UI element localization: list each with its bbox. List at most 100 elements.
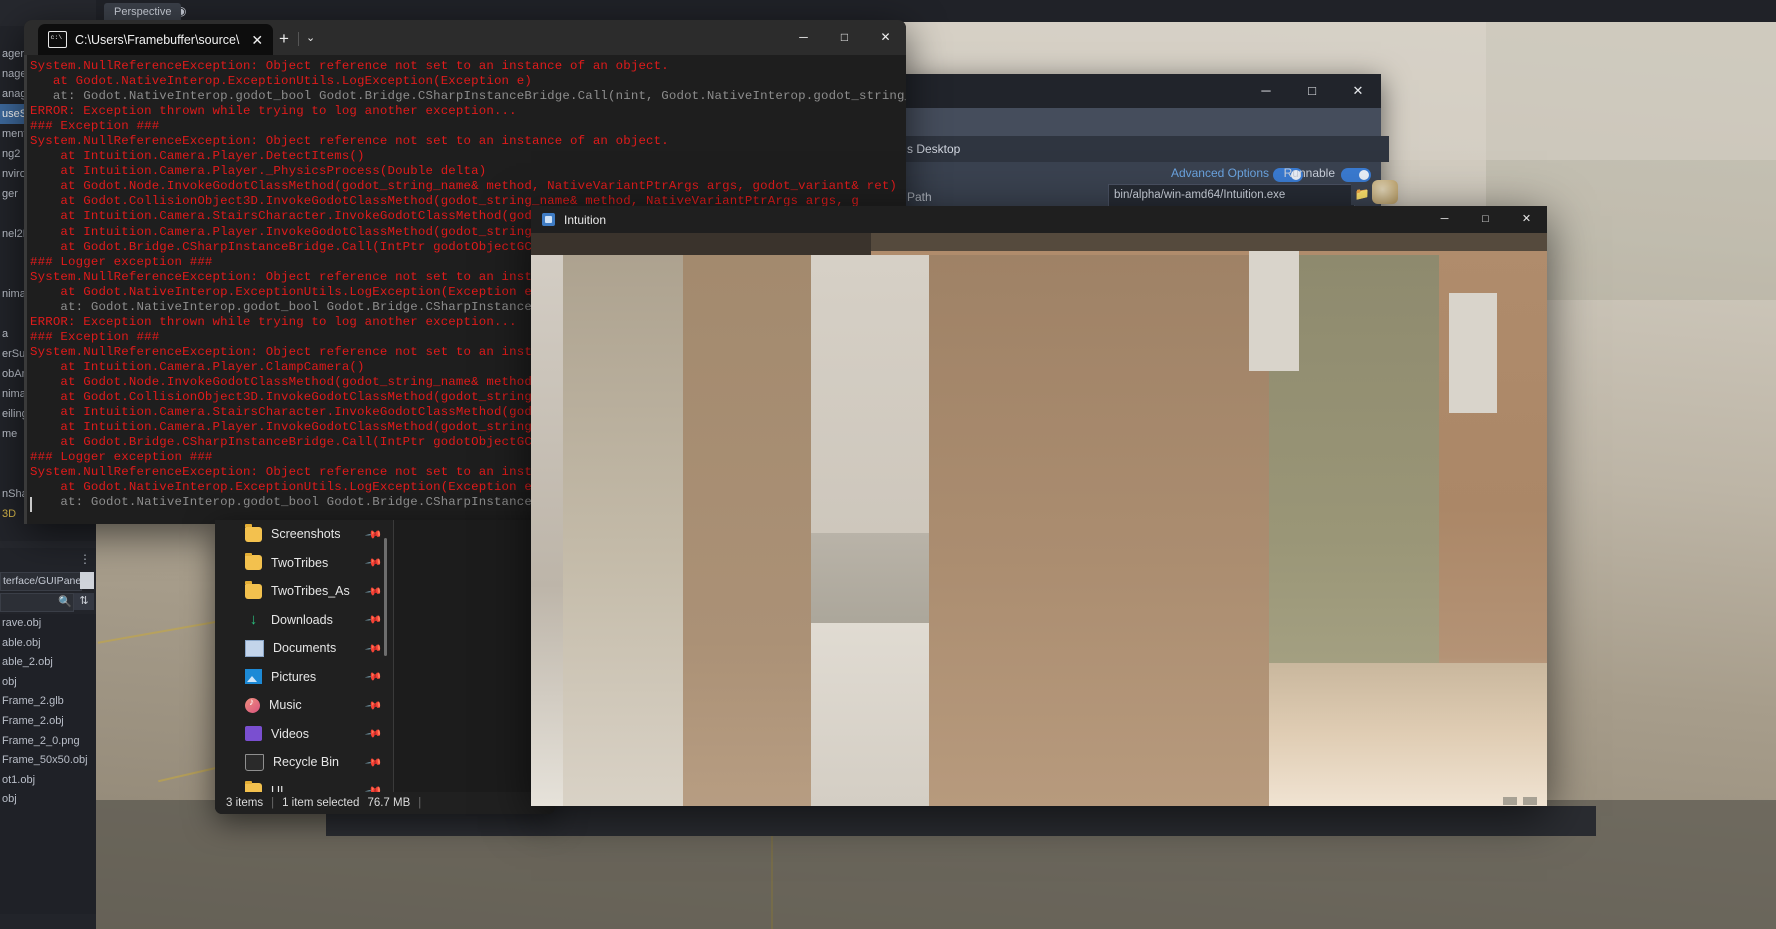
file-list-item[interactable]: ot1.obj xyxy=(0,771,96,791)
folder-browse-icon[interactable]: 📁 xyxy=(1351,184,1373,205)
game-viewport[interactable] xyxy=(531,233,1547,806)
game-window[interactable]: Intuition ─ □ ✕ xyxy=(531,206,1547,806)
export-preset-row[interactable] xyxy=(899,108,1381,136)
file-list-item[interactable]: obj xyxy=(0,673,96,693)
status-divider: | xyxy=(271,797,275,809)
runnable-toggle[interactable] xyxy=(1341,168,1371,182)
folder-icon xyxy=(245,581,262,599)
chevron-down-icon[interactable]: ⌄ xyxy=(306,33,315,44)
nav-item-twotribes-as[interactable]: TwoTribes_As 📌 xyxy=(215,577,393,606)
nav-item-recycle-bin[interactable]: Recycle Bin 📌 xyxy=(215,748,393,777)
file-list-item[interactable]: Frame_2_0.png xyxy=(0,732,96,752)
terminal-line: ERROR: Exception thrown while trying to … xyxy=(30,104,517,119)
file-list-item[interactable]: obj xyxy=(0,790,96,810)
pin-icon[interactable]: 📌 xyxy=(365,724,384,743)
close-tab-icon[interactable]: ✕ xyxy=(247,33,267,47)
nav-item-downloads[interactable]: ↓ Downloads 📌 xyxy=(215,606,393,635)
maximize-button[interactable]: □ xyxy=(1465,206,1506,233)
music-icon xyxy=(245,697,260,713)
pin-icon[interactable]: 📌 xyxy=(365,610,384,629)
viewport-toolbar: ▧ ◉ xyxy=(96,0,1776,22)
pin-icon[interactable]: 📌 xyxy=(365,553,384,572)
filesystem-path-field[interactable]: terface/GUIPane xyxy=(0,572,82,591)
terminal-line: at Godot.NativeInterop.ExceptionUtils.Lo… xyxy=(30,74,532,89)
game-titlebar[interactable]: Intuition ─ □ ✕ xyxy=(531,206,1547,233)
filesystem-path-button[interactable] xyxy=(80,572,94,589)
file-list-item[interactable]: able_2.obj xyxy=(0,653,96,673)
file-explorer-window[interactable]: Screenshots 📌 TwoTribes 📌 TwoTribes_As 📌… xyxy=(215,520,555,814)
file-explorer-nav-pane[interactable]: Screenshots 📌 TwoTribes 📌 TwoTribes_As 📌… xyxy=(215,520,393,800)
nav-item-documents[interactable]: Documents 📌 xyxy=(215,634,393,663)
game-pillar xyxy=(683,255,811,806)
nav-item-label: Videos xyxy=(271,726,309,741)
nav-item-music[interactable]: Music 📌 xyxy=(215,691,393,720)
godot-robot-logo xyxy=(1372,180,1398,204)
game-window-title: Intuition xyxy=(564,212,607,227)
selection-label: 1 item selected xyxy=(282,797,360,809)
pin-icon[interactable]: 📌 xyxy=(365,582,384,601)
terminal-line: at Intuition.Camera.Player.DetectItems() xyxy=(30,149,365,164)
terminal-titlebar[interactable]: C:\Users\Framebuffer\source\ ✕ + ⌄ ─ □ ✕ xyxy=(24,20,906,55)
game-pillar xyxy=(929,255,1269,806)
maximize-button[interactable]: □ xyxy=(824,20,865,55)
game-app-icon xyxy=(542,213,555,226)
nav-item-label: Downloads xyxy=(271,612,333,627)
recycle-bin-icon xyxy=(245,753,264,771)
game-floor xyxy=(1269,663,1547,806)
item-count-label: 3 items xyxy=(226,797,264,809)
close-button[interactable]: ✕ xyxy=(865,20,906,55)
toolbar-divider xyxy=(298,32,299,46)
file-list-item[interactable]: able.obj xyxy=(0,634,96,654)
export-platform-row[interactable]: s Desktop xyxy=(899,136,1389,162)
game-window-opening xyxy=(1449,293,1497,413)
game-wall-shade xyxy=(811,533,929,633)
nav-item-label: Documents xyxy=(273,641,337,656)
video-icon xyxy=(245,726,262,742)
terminal-line: at: Godot.NativeInterop.godot_bool Godot… xyxy=(30,89,906,104)
pin-icon[interactable]: 📌 xyxy=(365,667,384,686)
filesystem-dock[interactable]: ⋮ terface/GUIPane 🔍 ⇅ rave.obj able.obj … xyxy=(0,548,96,929)
nav-item-videos[interactable]: Videos 📌 xyxy=(215,720,393,749)
maximize-button[interactable]: □ xyxy=(1289,74,1335,108)
pin-icon[interactable]: 📌 xyxy=(365,696,384,715)
file-list-item[interactable]: Frame_2.glb xyxy=(0,692,96,712)
nav-item-twotribes[interactable]: TwoTribes 📌 xyxy=(215,549,393,578)
export-path-input[interactable]: bin/alpha/win-amd64/Intuition.exe xyxy=(1108,184,1355,207)
nav-pane-scrollbar[interactable] xyxy=(384,538,387,656)
advanced-options-label: Advanced Options xyxy=(1170,166,1269,180)
export-dialog-body: s Desktop Advanced Options Runnable Path… xyxy=(899,108,1389,214)
terminal-cursor xyxy=(30,497,32,512)
godot-export-dialog[interactable]: ─ □ ✕ s Desktop Advanced Options Runnabl… xyxy=(899,74,1389,214)
close-button[interactable]: ✕ xyxy=(1506,206,1547,233)
nav-item-screenshots[interactable]: Screenshots 📌 xyxy=(215,520,393,549)
nav-item-pictures[interactable]: Pictures 📌 xyxy=(215,663,393,692)
picture-icon xyxy=(245,669,262,685)
explorer-status-bar: 3 items | 1 item selected 76.7 MB | xyxy=(215,792,555,814)
game-window-opening xyxy=(1249,251,1299,371)
sort-icon[interactable]: ⇅ xyxy=(74,593,94,610)
game-bar-item xyxy=(1523,797,1537,805)
minimize-button[interactable]: ─ xyxy=(1424,206,1465,233)
close-button[interactable]: ✕ xyxy=(1335,74,1381,108)
export-dialog-titlebar[interactable]: ─ □ ✕ xyxy=(899,74,1381,108)
new-tab-button[interactable]: + xyxy=(279,30,289,47)
filesystem-file-list[interactable]: rave.obj able.obj able_2.obj obj Frame_2… xyxy=(0,614,96,914)
pin-icon[interactable]: 📌 xyxy=(365,639,384,658)
pin-icon[interactable]: 📌 xyxy=(365,525,384,544)
minimize-button[interactable]: ─ xyxy=(1243,74,1289,108)
folder-icon xyxy=(245,524,262,542)
terminal-left-edge xyxy=(24,55,27,524)
file-list-item[interactable]: Frame_50x50.obj xyxy=(0,751,96,771)
file-list-item[interactable]: Frame_2.obj xyxy=(0,712,96,732)
kebab-menu-icon[interactable]: ⋮ xyxy=(79,552,92,566)
terminal-tab[interactable]: C:\Users\Framebuffer\source\ ✕ xyxy=(38,24,274,55)
game-ceiling xyxy=(871,233,1547,251)
export-path-label: Path xyxy=(907,190,932,204)
file-list-item[interactable]: rave.obj xyxy=(0,614,96,634)
minimize-button[interactable]: ─ xyxy=(783,20,824,55)
pin-icon[interactable]: 📌 xyxy=(365,753,384,772)
game-wall xyxy=(563,255,683,806)
terminal-line: System.NullReferenceException: Object re… xyxy=(30,59,669,73)
nav-item-label: TwoTribes xyxy=(271,555,329,570)
game-wall xyxy=(811,623,929,806)
